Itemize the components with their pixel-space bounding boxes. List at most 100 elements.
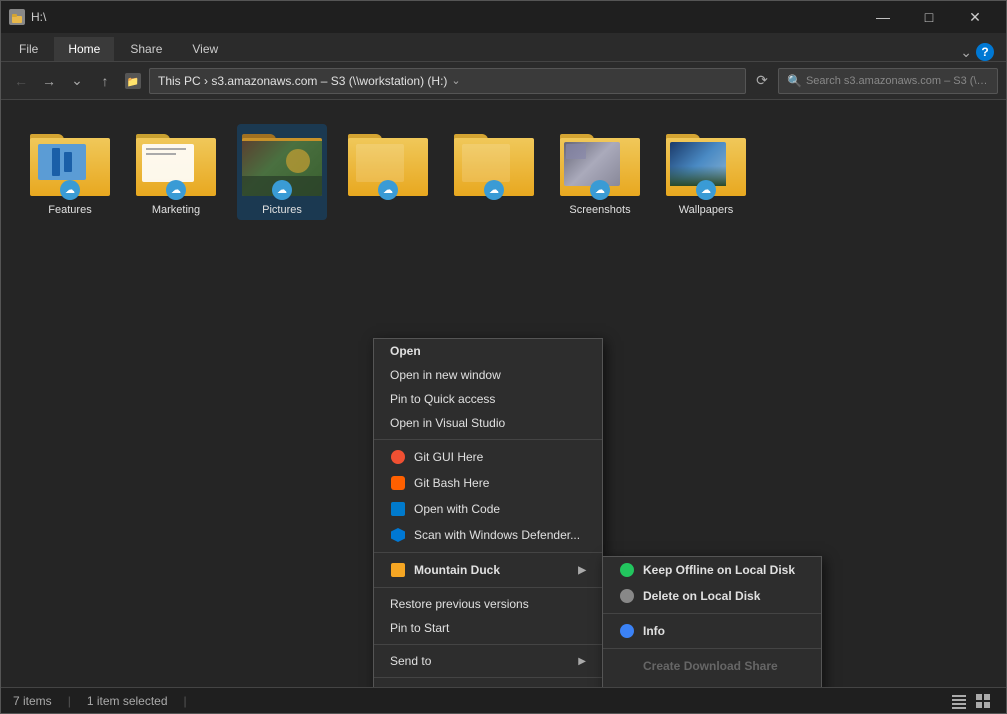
large-icons-view-button[interactable]	[972, 690, 994, 712]
vscode-icon	[390, 501, 406, 517]
restore-previous-label: Restore previous versions	[390, 597, 529, 611]
folder-screenshots[interactable]: ☁ Screenshots	[555, 124, 645, 220]
cloud-badge: ☁	[378, 180, 398, 200]
pin-quick-label: Pin to Quick access	[390, 392, 495, 406]
open-label: Open	[390, 344, 421, 358]
separator-1	[374, 439, 602, 440]
open-code-label: Open with Code	[414, 502, 500, 516]
folder-features[interactable]: ☁ Features	[25, 124, 115, 220]
open-new-window-label: Open in new window	[390, 368, 501, 382]
context-menu-main: Open Open in new window Pin to Quick acc…	[373, 338, 603, 687]
context-item-git-bash[interactable]: Git Bash Here	[374, 470, 602, 496]
sub-keep-offline[interactable]: Keep Offline on Local Disk	[603, 557, 821, 583]
blue-circle-icon	[619, 623, 635, 639]
chevron-down-icon: ⌄	[960, 44, 972, 61]
status-separator-1: |	[68, 694, 71, 708]
folder-label-screenshots: Screenshots	[569, 204, 630, 216]
context-item-restore-previous[interactable]: Restore previous versions	[374, 592, 602, 616]
address-bar: ← → ⌄ ↑ 📁 This PC › s3.amazonaws.com – S…	[1, 62, 1006, 100]
separator-5	[374, 677, 602, 678]
folder-5[interactable]: ☁	[449, 124, 539, 220]
folder-marketing[interactable]: ☁ Marketing	[131, 124, 221, 220]
folder-icon-features: ☁	[30, 128, 110, 196]
breadcrumb: This PC › s3.amazonaws.com – S3 (\\works…	[158, 74, 447, 88]
sub-delete-local[interactable]: Delete on Local Disk	[603, 583, 821, 609]
sub-sep-1	[603, 613, 821, 614]
details-view-button[interactable]	[948, 690, 970, 712]
folder-icon-wallpapers: ☁	[666, 128, 746, 196]
submenu-arrow: ▶	[578, 565, 586, 576]
mountain-duck-icon	[390, 562, 406, 578]
context-item-open-vs[interactable]: Open in Visual Studio	[374, 411, 602, 435]
tab-home[interactable]: Home	[54, 37, 114, 61]
title-bar: H:\ — □ ✕	[1, 1, 1006, 33]
context-submenu-mountain-duck: Keep Offline on Local Disk Delete on Loc…	[602, 556, 822, 687]
folder-icon-4: ☁	[348, 128, 428, 196]
folder-icon-screenshots: ☁	[560, 128, 640, 196]
search-icon: 🔍	[787, 74, 802, 88]
context-item-pin-start[interactable]: Pin to Start	[374, 616, 602, 640]
help-icon[interactable]: ?	[976, 43, 994, 61]
cloud-badge: ☁	[484, 180, 504, 200]
context-item-open-code[interactable]: Open with Code	[374, 496, 602, 522]
cloud-badge: ☁	[590, 180, 610, 200]
separator-4	[374, 644, 602, 645]
gray-circle-icon	[619, 588, 635, 604]
folder-wallpapers[interactable]: ☁ Wallpapers	[661, 124, 751, 220]
keep-offline-label: Keep Offline on Local Disk	[643, 563, 795, 577]
git-gui-label: Git GUI Here	[414, 450, 483, 464]
context-item-mountain-duck[interactable]: Mountain Duck ▶ Keep Offline on Local Di…	[374, 557, 602, 583]
context-item-cut[interactable]: Cut	[374, 682, 602, 687]
ribbon: File Home Share View ⌄ ?	[1, 33, 1006, 62]
context-item-send-to[interactable]: Send to ▶	[374, 649, 602, 673]
sub-create-download-share: Create Download Share	[603, 653, 821, 679]
minimize-button[interactable]: —	[860, 1, 906, 33]
create-download-share-label: Create Download Share	[643, 659, 778, 673]
sub-info[interactable]: Info	[603, 618, 821, 644]
close-button[interactable]: ✕	[952, 1, 998, 33]
context-item-pin-quick[interactable]: Pin to Quick access	[374, 387, 602, 411]
mountain-duck-label: Mountain Duck	[414, 563, 500, 577]
window-icon	[9, 9, 25, 25]
folder-pictures[interactable]: ☁ Pictures	[237, 124, 327, 220]
sub-create-upload-share: Create Upload Share	[603, 679, 821, 687]
location-icon: 📁	[121, 69, 145, 93]
maximize-button[interactable]: □	[906, 1, 952, 33]
create-upload-share-label: Create Upload Share	[643, 685, 761, 687]
forward-button[interactable]: →	[37, 69, 61, 93]
send-to-arrow: ▶	[578, 656, 586, 667]
tab-share[interactable]: Share	[116, 37, 176, 61]
status-separator-2: |	[184, 694, 187, 708]
context-item-scan-defender[interactable]: Scan with Windows Defender...	[374, 522, 602, 548]
tab-file[interactable]: File	[5, 37, 52, 61]
separator-2	[374, 552, 602, 553]
folder-icon-5: ☁	[454, 128, 534, 196]
up-button[interactable]: ↑	[93, 69, 117, 93]
tab-view[interactable]: View	[178, 37, 232, 61]
item-count: 7 items	[13, 694, 52, 708]
folder-4[interactable]: ☁	[343, 124, 433, 220]
context-item-git-gui[interactable]: Git GUI Here	[374, 444, 602, 470]
placeholder-icon	[619, 658, 635, 674]
folder-label-marketing: Marketing	[152, 204, 200, 216]
cloud-badge: ☁	[272, 180, 292, 200]
back-button[interactable]: ←	[9, 69, 33, 93]
folder-label-pictures: Pictures	[262, 204, 302, 216]
ribbon-tabs: File Home Share View ⌄ ?	[1, 33, 1006, 61]
context-item-open[interactable]: Open	[374, 339, 602, 363]
cloud-badge: ☁	[60, 180, 80, 200]
context-item-open-new-window[interactable]: Open in new window	[374, 363, 602, 387]
ribbon-expand[interactable]: ⌄ ?	[952, 43, 1002, 61]
folder-label-features: Features	[48, 204, 91, 216]
search-box[interactable]: 🔍 Search s3.amazonaws.com – S3 (\\workst…	[778, 68, 998, 94]
history-button[interactable]: ⌄	[65, 69, 89, 93]
folder-label-wallpapers: Wallpapers	[679, 204, 734, 216]
refresh-button[interactable]: ⟳	[750, 69, 774, 93]
view-icons	[948, 690, 994, 712]
defender-icon	[390, 527, 406, 543]
cloud-badge: ☁	[696, 180, 716, 200]
sub-sep-2	[603, 648, 821, 649]
git-bash-label: Git Bash Here	[414, 476, 489, 490]
address-input[interactable]: This PC › s3.amazonaws.com – S3 (\\works…	[149, 68, 746, 94]
window-title: H:\	[31, 10, 854, 24]
